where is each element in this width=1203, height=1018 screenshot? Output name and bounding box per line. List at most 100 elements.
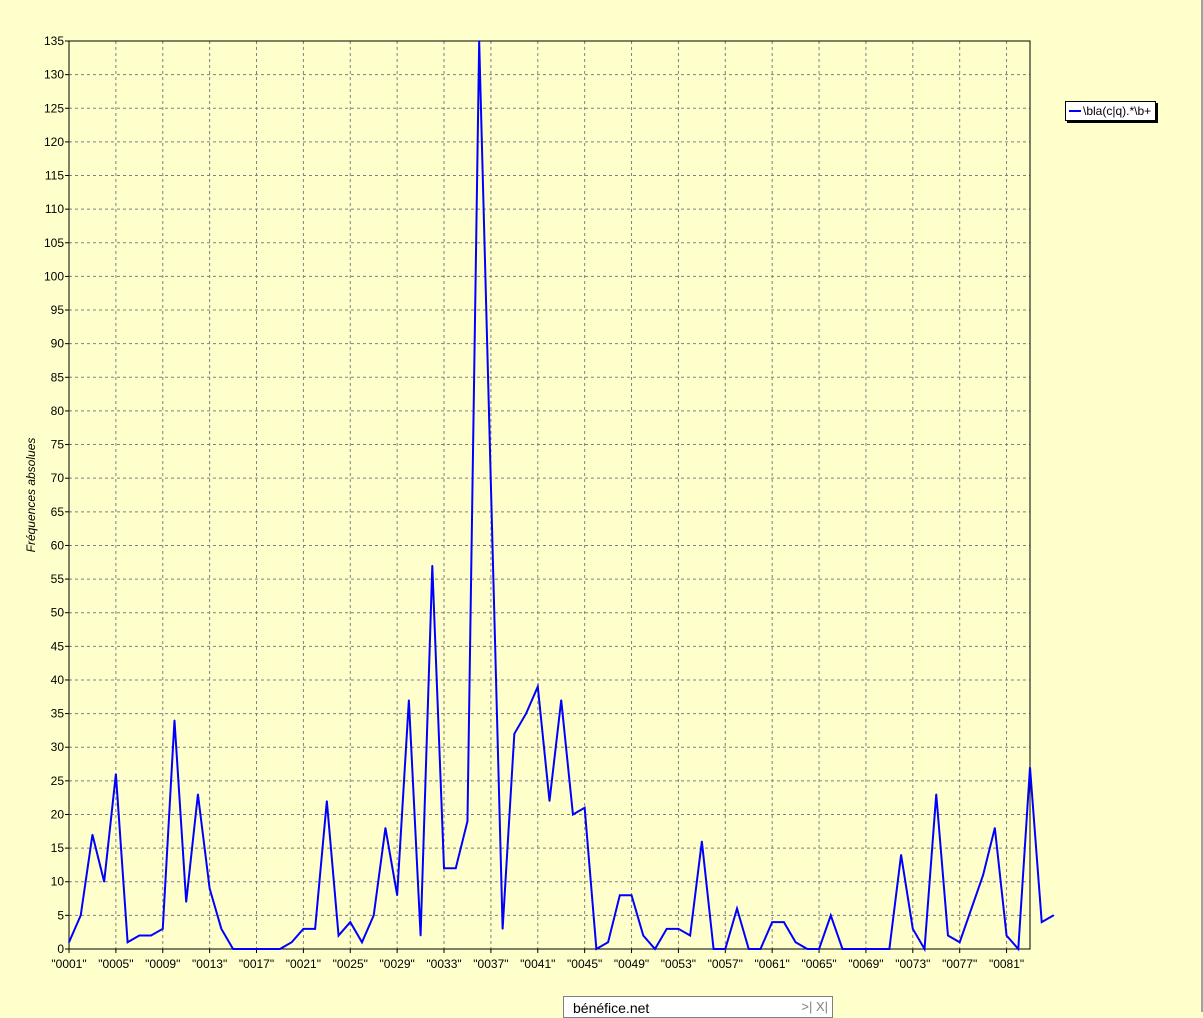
y-tick-label: 80 <box>51 404 65 418</box>
data-point <box>665 928 668 930</box>
data-point <box>900 854 902 856</box>
plot-frame <box>68 40 1031 950</box>
grid <box>69 41 1030 949</box>
data-point <box>560 699 563 701</box>
data-point <box>126 941 129 944</box>
data-point <box>1052 914 1055 917</box>
y-tick-label: 35 <box>51 707 65 721</box>
data-point <box>583 806 586 809</box>
x-tick-label: "0077" <box>942 957 977 971</box>
data-point <box>888 948 891 950</box>
y-tick-label: 20 <box>51 807 65 821</box>
y-axis-label: Fréquences absolues <box>24 438 38 553</box>
data-point <box>243 948 246 950</box>
data-point <box>935 793 938 796</box>
data-point <box>806 948 809 950</box>
data-point <box>876 948 879 950</box>
y-tick-label: 90 <box>51 337 65 351</box>
data-point <box>923 948 926 950</box>
y-tick-label: 10 <box>51 875 65 889</box>
data-point <box>783 921 785 923</box>
data-point <box>912 928 914 930</box>
x-tick-label: "0081" <box>989 957 1024 971</box>
legend-swatch <box>1069 110 1081 112</box>
data-point <box>197 793 199 796</box>
data-point <box>794 941 797 944</box>
x-tick-label: "0005" <box>98 957 133 971</box>
data-point <box>853 948 856 950</box>
y-tick-label: 100 <box>44 269 64 283</box>
y-tick-label: 40 <box>51 673 65 687</box>
y-tick-label: 0 <box>57 942 64 956</box>
x-axis: "0001" "0005" "0009" "0013" "0017" "0021" "002… <box>51 949 1024 971</box>
data-point <box>150 934 152 937</box>
data-point <box>290 941 293 944</box>
x-tick-label: "0061" <box>755 957 790 971</box>
legend: \bla(c|q).*\b+ <box>1065 101 1157 121</box>
data-point <box>232 948 234 950</box>
y-tick-label: 60 <box>51 538 65 552</box>
data-point <box>349 921 352 923</box>
data-point <box>689 934 691 937</box>
data-point <box>384 827 387 829</box>
x-tick-label: "0045" <box>567 957 602 971</box>
data-point <box>771 921 773 923</box>
legend-label: \bla(c|q).*\b+ <box>1083 104 1152 118</box>
data-point <box>220 928 223 930</box>
y-axis: 0 5 10 15 20 25 30 35 40 45 50 55 60 65 70 75 80 85 90 95 10… <box>44 34 69 956</box>
data-point <box>525 712 527 715</box>
data-point <box>759 948 762 950</box>
data-point <box>478 40 480 42</box>
x-tick-label: "0033" <box>426 957 461 971</box>
data-point <box>829 914 832 917</box>
x-tick-label: "0029" <box>380 957 415 971</box>
x-tick-label: "0069" <box>848 957 883 971</box>
data-point <box>513 732 516 735</box>
data-point <box>314 928 316 930</box>
data-point <box>982 874 984 876</box>
data-point <box>818 948 820 950</box>
y-tick-label: 25 <box>51 774 65 788</box>
data-point <box>712 948 715 950</box>
data-point <box>1017 948 1020 950</box>
x-tick-label: "0009" <box>145 957 180 971</box>
line-chart: 0 5 10 15 20 25 30 35 40 45 50 55 60 65 70 75 80 85 90 95 10… <box>24 34 1055 971</box>
x-tick-label: "0037" <box>473 957 508 971</box>
data-point <box>1040 921 1043 923</box>
series-layer <box>68 40 1055 953</box>
data-point <box>419 934 422 937</box>
data-point <box>115 773 117 775</box>
data-point <box>302 928 305 930</box>
data-point <box>279 948 281 950</box>
data-point <box>747 948 750 950</box>
x-tick-label: "0053" <box>661 957 696 971</box>
y-tick-label: 85 <box>51 370 65 384</box>
footer-text: bénéfice.net <box>573 1000 650 1016</box>
data-point <box>630 894 633 896</box>
y-tick-label: 55 <box>51 572 65 586</box>
data-point <box>970 907 973 910</box>
y-tick-label: 5 <box>57 908 64 922</box>
y-tick-label: 130 <box>44 68 64 82</box>
data-point <box>548 800 551 802</box>
data-point <box>536 685 539 688</box>
y-tick-label: 95 <box>51 303 65 317</box>
data-point <box>185 901 187 903</box>
data-point <box>958 941 961 944</box>
x-tick-label: "0049" <box>614 957 649 971</box>
y-tick-label: 120 <box>44 135 64 149</box>
data-point <box>161 928 164 930</box>
data-point <box>173 719 176 722</box>
footer-bar: bénéfice.net >| X| <box>563 996 833 1018</box>
y-tick-label: 30 <box>51 740 65 754</box>
y-tick-label: 110 <box>45 202 64 216</box>
data-point <box>408 699 410 701</box>
data-point <box>595 948 598 950</box>
y-tick-label: 70 <box>51 471 65 485</box>
data-point <box>208 887 211 890</box>
data-point <box>431 564 434 567</box>
y-tick-label: 75 <box>51 438 65 452</box>
data-point <box>490 484 492 486</box>
chart-area: 0 5 10 15 20 25 30 35 40 45 50 55 60 65 70 75 80 85 90 95 10… <box>0 0 1203 1012</box>
data-point <box>654 948 656 950</box>
